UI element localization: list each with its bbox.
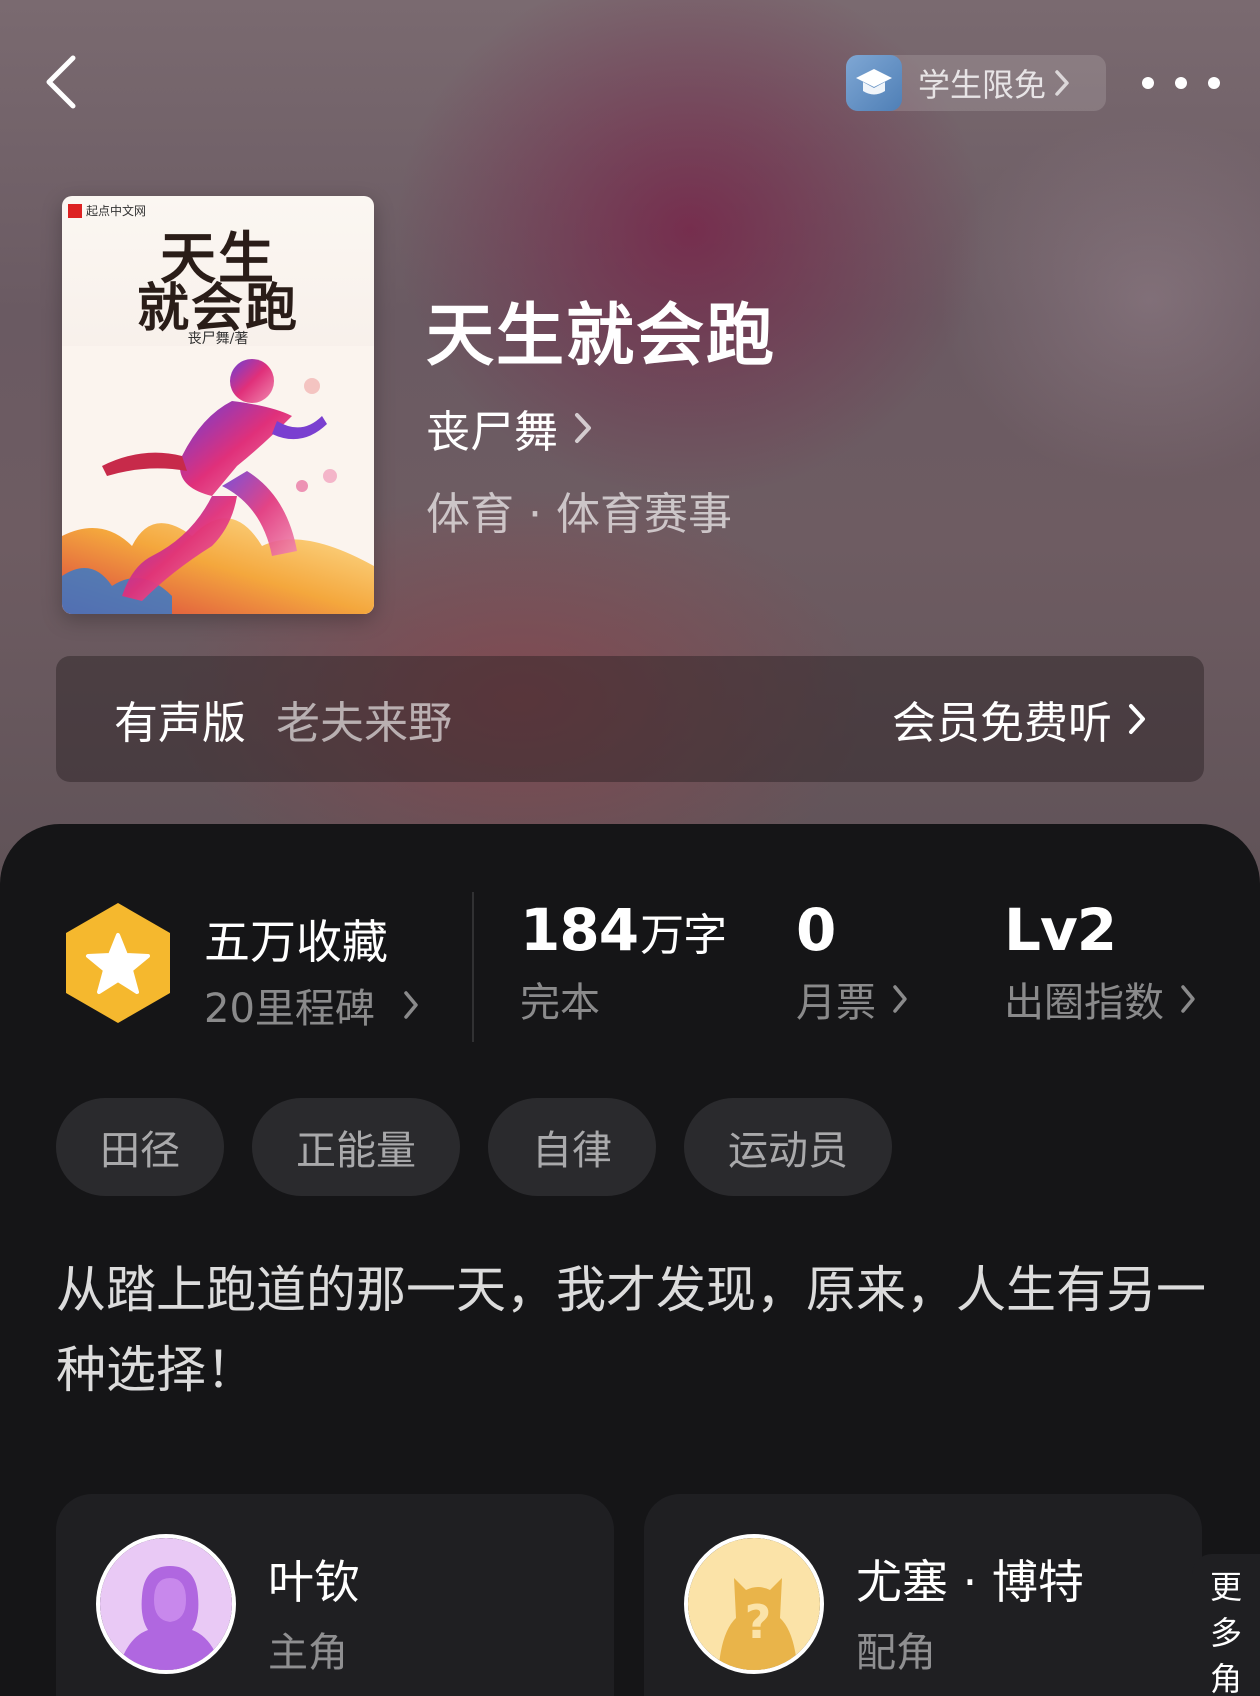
level-stat[interactable]: Lv2 出圈指数 bbox=[1004, 896, 1196, 1028]
chevron-right-icon bbox=[1054, 69, 1070, 97]
stats-divider bbox=[472, 892, 474, 1042]
character-role-type: 主角 bbox=[268, 1630, 348, 1676]
author-name: 丧尸舞 bbox=[426, 407, 558, 458]
back-button[interactable] bbox=[36, 52, 86, 112]
dot-icon bbox=[1175, 77, 1187, 89]
level-value: Lv2 bbox=[1004, 896, 1117, 964]
tag-chip[interactable]: 正能量 bbox=[252, 1098, 460, 1196]
character-list: 叶钦 主角 ? 尤塞 · 博特 配角 更 多 角 bbox=[0, 1494, 1260, 1696]
character-name: 尤塞 · 博特 bbox=[856, 1555, 1084, 1609]
tag-list: 田径 正能量 自律 运动员 bbox=[56, 1098, 920, 1196]
monthly-votes-stat[interactable]: 0 月票 bbox=[796, 896, 908, 1028]
book-genre: 体育 · 体育赛事 bbox=[426, 489, 732, 540]
female-silhouette-icon bbox=[100, 1538, 232, 1670]
book-title: 天生就会跑 bbox=[426, 296, 777, 376]
monthly-votes-label: 月票 bbox=[796, 980, 876, 1026]
character-avatar: ? bbox=[684, 1534, 824, 1674]
runner-illustration bbox=[62, 346, 374, 614]
word-count-stat: 184万字 完本 bbox=[520, 896, 727, 1028]
author-link[interactable]: 丧尸舞 bbox=[426, 396, 592, 460]
tag-chip[interactable]: 自律 bbox=[488, 1098, 656, 1196]
completion-status: 完本 bbox=[520, 980, 600, 1026]
book-synopsis[interactable]: 从踏上跑道的那一天，我才发现，原来，人生有另一种选择！ bbox=[56, 1250, 1206, 1410]
favorites-count: 五万收藏 bbox=[204, 915, 388, 969]
chevron-right-icon bbox=[1128, 703, 1146, 735]
chevron-right-icon bbox=[574, 412, 592, 444]
character-role-type: 配角 bbox=[856, 1630, 936, 1676]
unknown-character-icon: ? bbox=[688, 1538, 820, 1670]
word-count-value: 184 bbox=[520, 896, 639, 964]
more-characters-button[interactable]: 更 多 角 bbox=[1192, 1554, 1260, 1696]
dot-icon bbox=[1142, 77, 1154, 89]
stats-row: 五万收藏 20里程碑 184万字 完本 0 月票 Lv2 出圈指数 bbox=[0, 824, 1260, 1042]
milestone-link[interactable]: 20里程碑 bbox=[204, 976, 419, 1034]
character-card[interactable]: 叶钦 主角 bbox=[56, 1494, 614, 1696]
audio-narrator: 老夫来野 bbox=[276, 698, 452, 749]
audio-version-label: 有声版 bbox=[114, 698, 246, 749]
book-detail-panel: 五万收藏 20里程碑 184万字 完本 0 月票 Lv2 出圈指数 田径 正能量… bbox=[0, 824, 1260, 1696]
book-cover[interactable]: 起点中文网 天生 就会跑 丧尸舞/著 bbox=[62, 196, 374, 614]
member-free-listen-link[interactable]: 会员免费听 bbox=[892, 687, 1146, 751]
favorites-star-badge-icon bbox=[66, 903, 170, 1023]
cover-author: 丧尸舞/著 bbox=[187, 331, 249, 347]
chevron-right-icon bbox=[1180, 984, 1196, 1014]
tag-chip[interactable]: 运动员 bbox=[684, 1098, 892, 1196]
chevron-right-icon bbox=[892, 984, 908, 1014]
graduation-cap-icon bbox=[846, 55, 902, 111]
character-name: 叶钦 bbox=[268, 1555, 360, 1609]
student-free-badge[interactable]: 学生限免 bbox=[846, 55, 1106, 111]
more-options-button[interactable] bbox=[1142, 66, 1220, 100]
level-label: 出圈指数 bbox=[1004, 980, 1164, 1026]
character-avatar bbox=[96, 1534, 236, 1674]
student-free-label: 学生限免 bbox=[918, 66, 1047, 104]
character-card[interactable]: ? 尤塞 · 博特 配角 bbox=[644, 1494, 1202, 1696]
back-arrow-icon bbox=[46, 55, 76, 109]
audio-version-bar[interactable]: 有声版 老夫来野 会员免费听 bbox=[56, 656, 1204, 782]
svg-text:?: ? bbox=[745, 1595, 772, 1649]
chevron-right-icon bbox=[403, 990, 419, 1020]
word-count-unit: 万字 bbox=[640, 910, 727, 961]
tag-chip[interactable]: 田径 bbox=[56, 1098, 224, 1196]
monthly-votes-value: 0 bbox=[796, 896, 836, 964]
dot-icon bbox=[1208, 77, 1220, 89]
